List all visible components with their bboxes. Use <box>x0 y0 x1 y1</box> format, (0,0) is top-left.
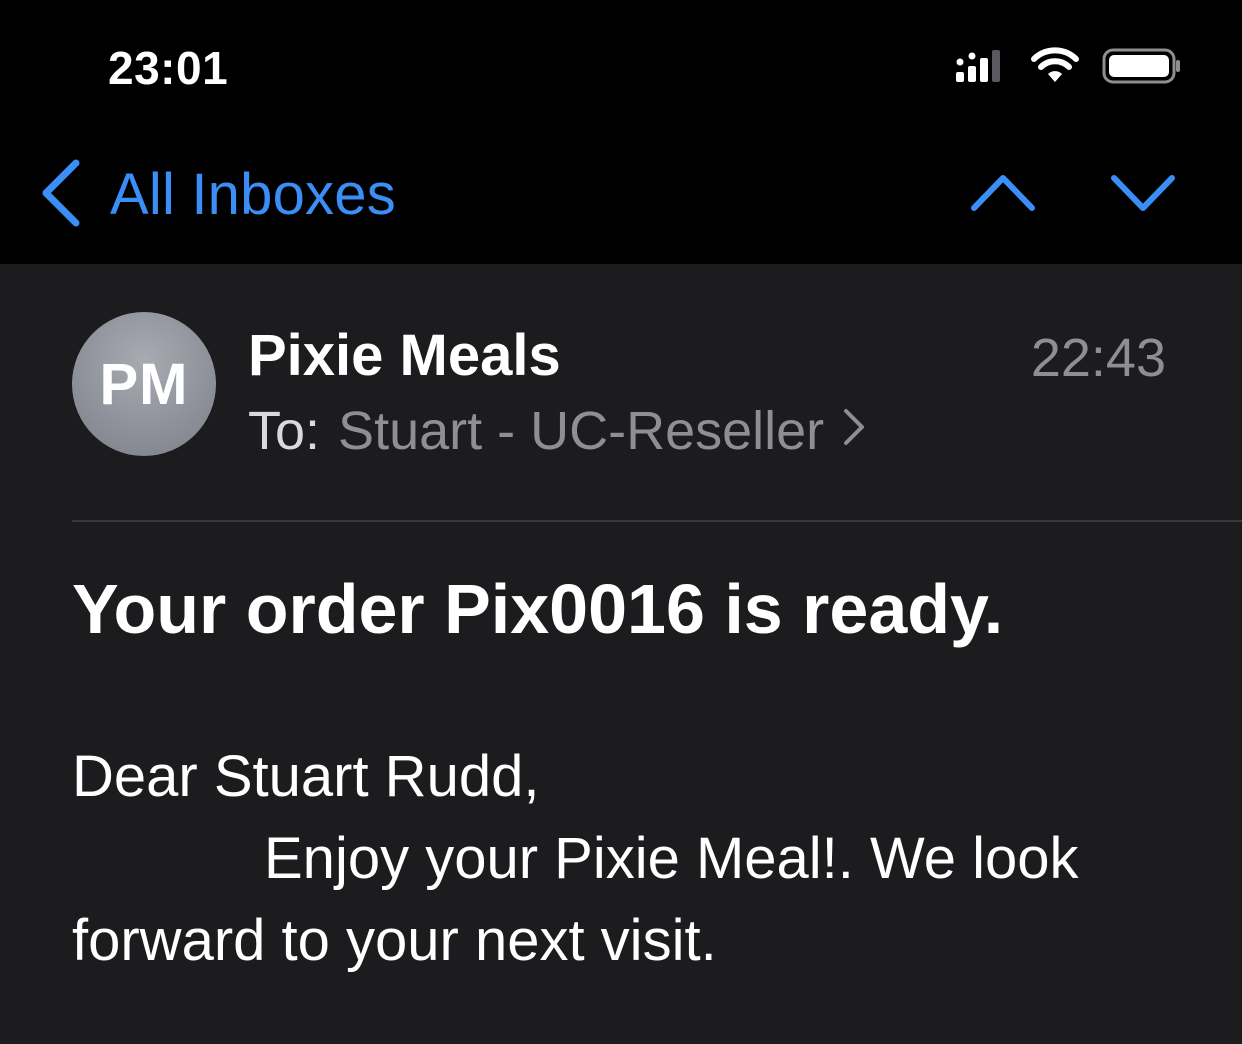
message-subject: Your order Pix0016 is ready. <box>72 570 1004 648</box>
battery-icon <box>1102 46 1182 91</box>
wifi-icon <box>1030 46 1080 91</box>
recipient-details[interactable]: To: Stuart - UC-Reseller <box>248 398 866 464</box>
previous-message-button[interactable] <box>970 170 1036 219</box>
message-navigation <box>970 170 1176 219</box>
chevron-left-icon <box>38 157 84 234</box>
top-bar: 23:01 All Inboxes <box>0 0 1242 264</box>
sender-name[interactable]: Pixie Meals <box>248 322 561 390</box>
chevron-right-icon <box>842 398 866 464</box>
mail-message-screen: 23:01 All Inboxes PM Pixie Meals 22:43 T… <box>0 0 1242 1044</box>
next-message-button[interactable] <box>1110 170 1176 219</box>
header-divider <box>72 520 1242 522</box>
to-label: To: <box>248 401 321 461</box>
status-time: 23:01 <box>108 42 229 94</box>
back-button-label: All Inboxes <box>110 162 396 227</box>
status-icons <box>954 46 1182 90</box>
back-button[interactable]: All Inboxes <box>38 158 396 232</box>
sender-avatar[interactable]: PM <box>72 312 216 456</box>
body-line: forward to your next visit. <box>72 908 717 973</box>
avatar-initials: PM <box>99 351 189 417</box>
chevron-down-icon <box>1111 175 1175 211</box>
cellular-signal-icon <box>954 46 1008 91</box>
body-greeting: Dear Stuart Rudd, <box>72 744 540 809</box>
message-body: Dear Stuart Rudd, Enjoy your Pixie Meal!… <box>72 736 1182 982</box>
chevron-up-icon <box>971 175 1035 211</box>
received-time: 22:43 <box>1030 328 1166 388</box>
body-line: Enjoy your Pixie Meal!. We look <box>264 826 1079 891</box>
recipient-name: Stuart - UC-Reseller <box>338 401 825 461</box>
